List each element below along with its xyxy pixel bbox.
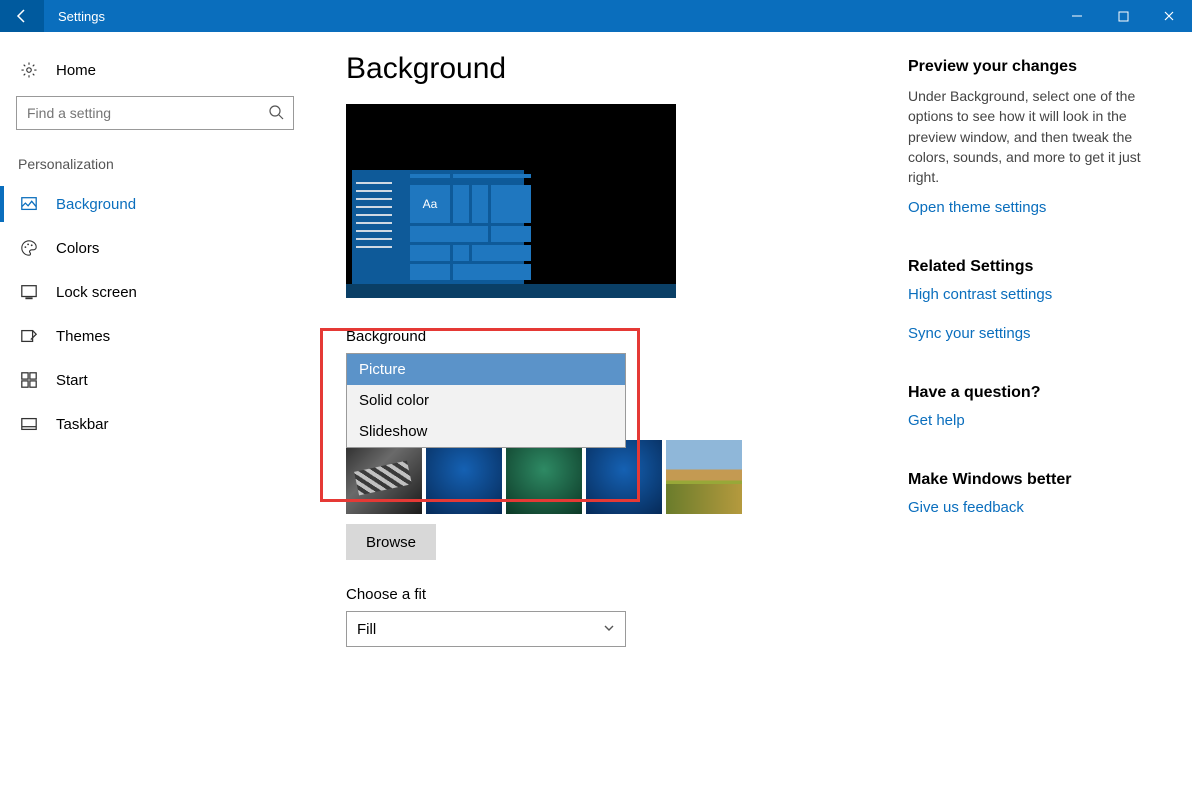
fit-selected-value: Fill [357,621,376,638]
better-heading: Make Windows better [908,471,1168,489]
sidebar-item-label: Colors [56,240,99,257]
sidebar-item-taskbar[interactable]: Taskbar [0,402,310,446]
sidebar-item-background[interactable]: Background [0,182,310,226]
background-label: Background [346,328,886,345]
category-heading: Personalization [0,138,310,182]
feedback-link[interactable]: Give us feedback [908,499,1168,516]
sidebar-item-lock-screen[interactable]: Lock screen [0,270,310,314]
question-heading: Have a question? [908,384,1168,402]
sidebar-item-label: Start [56,372,88,389]
sync-settings-link[interactable]: Sync your settings [908,325,1168,342]
thumbnail-2[interactable] [426,440,502,514]
preview-tiles: Aa [410,174,531,280]
palette-icon [18,237,40,259]
background-dropdown[interactable]: Picture Solid color Slideshow [346,353,626,448]
dropdown-option-solid-color[interactable]: Solid color [347,385,625,416]
close-button[interactable] [1146,0,1192,32]
thumbnail-4[interactable] [586,440,662,514]
picture-thumbnails [346,440,886,514]
back-button[interactable] [0,0,44,32]
sidebar-item-label: Background [56,196,136,213]
gear-icon [18,59,40,81]
dropdown-option-slideshow[interactable]: Slideshow [347,416,625,447]
sidebar-item-start[interactable]: Start [0,358,310,402]
sidebar-item-label: Lock screen [56,284,137,301]
sidebar-item-themes[interactable]: Themes [0,314,310,358]
start-icon [18,369,40,391]
right-column: Preview your changes Under Background, s… [908,52,1168,792]
search-input[interactable] [16,96,294,130]
desktop-preview: Aa [346,104,676,298]
home-label: Home [56,62,96,79]
high-contrast-link[interactable]: High contrast settings [908,286,1168,303]
sidebar: Home Personalization Background Colors [0,32,310,792]
preview-changes-heading: Preview your changes [908,58,1168,76]
maximize-button[interactable] [1100,0,1146,32]
related-settings-heading: Related Settings [908,258,1168,276]
chevron-down-icon [603,621,615,638]
minimize-button[interactable] [1054,0,1100,32]
picture-icon [18,193,40,215]
preview-menu-lines [356,176,392,254]
thumbnail-1[interactable] [346,440,422,514]
title-bar: Settings [0,0,1192,32]
thumbnail-5[interactable] [666,440,742,514]
preview-changes-body: Under Background, select one of the opti… [908,86,1168,187]
taskbar-icon [18,413,40,435]
home-nav[interactable]: Home [0,48,310,92]
preview-taskbar [346,284,676,298]
sidebar-item-colors[interactable]: Colors [0,226,310,270]
browse-button[interactable]: Browse [346,524,436,560]
open-theme-settings-link[interactable]: Open theme settings [908,199,1168,216]
search-container [16,96,294,130]
sidebar-item-label: Themes [56,328,110,345]
fit-label: Choose a fit [346,586,886,603]
page-title: Background [346,52,886,86]
preview-sample-text: Aa [410,185,450,223]
themes-icon [18,325,40,347]
search-icon [268,104,284,125]
thumbnail-3[interactable] [506,440,582,514]
window-title: Settings [44,0,1054,32]
lock-screen-icon [18,281,40,303]
fit-dropdown[interactable]: Fill [346,611,626,647]
dropdown-option-picture[interactable]: Picture [347,354,625,385]
sidebar-item-label: Taskbar [56,416,109,433]
main-content: Background Aa [310,32,1192,792]
get-help-link[interactable]: Get help [908,412,1168,429]
preview-start-menu: Aa [352,170,524,284]
